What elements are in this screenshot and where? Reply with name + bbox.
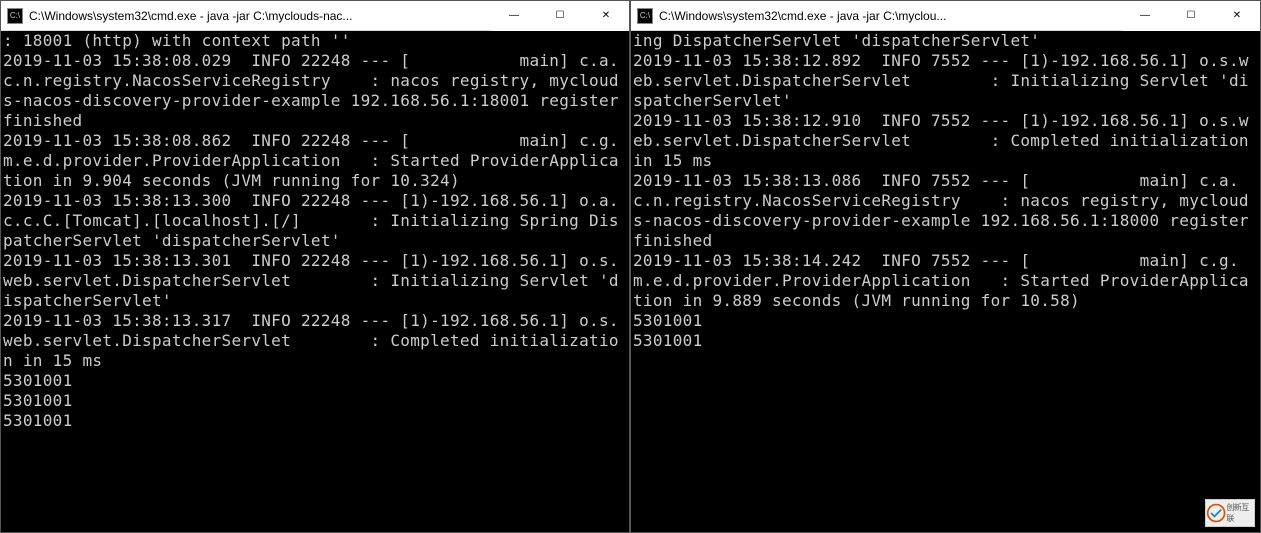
watermark-text: 创新互联 — [1226, 502, 1254, 524]
title-text-right: C:\Windows\system32\cmd.exe - java -jar … — [659, 9, 1122, 23]
titlebar-left[interactable]: C:\ C:\Windows\system32\cmd.exe - java -… — [1, 1, 629, 31]
cmd-window-left: C:\ C:\Windows\system32\cmd.exe - java -… — [0, 0, 630, 533]
maximize-button[interactable]: ☐ — [1168, 1, 1214, 31]
watermark-logo: 创新互联 — [1205, 499, 1255, 527]
maximize-button[interactable]: ☐ — [537, 1, 583, 31]
console-output-right[interactable]: ing DispatcherServlet 'dispatcherServlet… — [631, 31, 1260, 532]
cmd-icon: C:\ — [7, 8, 23, 24]
console-output-left[interactable]: : 18001 (http) with context path '' 2019… — [1, 31, 629, 532]
minimize-button[interactable]: — — [491, 1, 537, 31]
watermark-icon — [1206, 502, 1226, 524]
cmd-icon: C:\ — [637, 8, 653, 24]
window-controls-left: — ☐ ✕ — [491, 1, 629, 31]
titlebar-right[interactable]: C:\ C:\Windows\system32\cmd.exe - java -… — [631, 1, 1260, 31]
title-text-left: C:\Windows\system32\cmd.exe - java -jar … — [29, 9, 491, 23]
cmd-window-right: C:\ C:\Windows\system32\cmd.exe - java -… — [630, 0, 1261, 533]
close-button[interactable]: ✕ — [583, 1, 629, 31]
window-controls-right: — ☐ ✕ — [1122, 1, 1260, 31]
close-button[interactable]: ✕ — [1214, 1, 1260, 31]
minimize-button[interactable]: — — [1122, 1, 1168, 31]
